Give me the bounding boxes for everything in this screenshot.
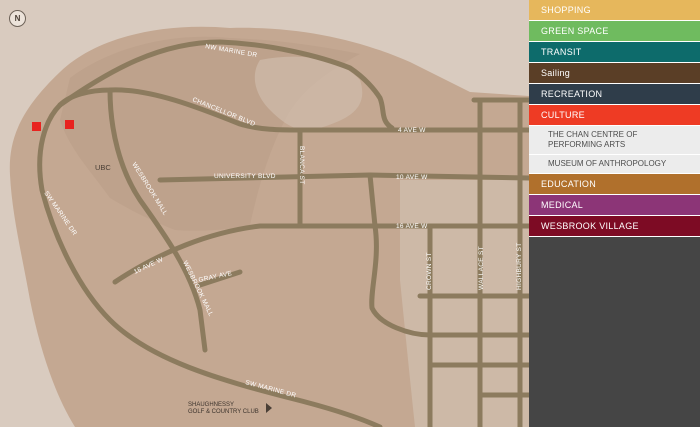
label-wallace: WALLACE ST xyxy=(478,246,485,290)
category-panel: SHOPPING GREEN SPACE TRANSIT Sailing REC… xyxy=(529,0,700,427)
label-blanca: BLANCA ST xyxy=(298,146,305,184)
city-blocks xyxy=(400,180,529,427)
culture-item-museum-of-anthropology[interactable]: MUSEUM OF ANTHROPOLOGY xyxy=(529,155,700,174)
category-medical[interactable]: MEDICAL xyxy=(529,195,700,216)
marker-museum-of-anthropology[interactable] xyxy=(65,120,74,129)
map-area[interactable]: NW MARINE DR CHANCELLOR BLVD 4 AVE W UNI… xyxy=(0,0,529,427)
label-ubc: UBC xyxy=(95,163,111,172)
category-shopping[interactable]: SHOPPING xyxy=(529,0,700,21)
compass-label: N xyxy=(14,14,21,23)
label-4-ave: 4 AVE W xyxy=(398,127,426,134)
label-highbury: HIGHBURY ST xyxy=(516,243,523,291)
marker-chan-centre[interactable] xyxy=(32,122,41,131)
culture-item-chan-centre[interactable]: THE CHAN CENTRE OF PERFORMING ARTS xyxy=(529,126,700,155)
label-university: UNIVERSITY BLVD xyxy=(214,173,276,180)
map-canvas[interactable]: NW MARINE DR CHANCELLOR BLVD 4 AVE W UNI… xyxy=(0,0,529,427)
category-sailing[interactable]: Sailing xyxy=(529,63,700,84)
label-crown: CROWN ST xyxy=(426,252,433,290)
label-golf-line1: SHAUGHNESSY xyxy=(188,402,234,408)
category-education[interactable]: EDUCATION xyxy=(529,174,700,195)
label-10-ave: 10 AVE W xyxy=(396,174,428,181)
category-wesbrook-village[interactable]: WESBROOK VILLAGE xyxy=(529,216,700,237)
category-culture[interactable]: CULTURE xyxy=(529,105,700,126)
category-green-space[interactable]: GREEN SPACE xyxy=(529,21,700,42)
compass-icon: N xyxy=(9,10,26,27)
category-recreation[interactable]: RECREATION xyxy=(529,84,700,105)
label-golf-line2: GOLF & COUNTRY CLUB xyxy=(188,409,259,415)
label-16-ave-b: 16 AVE W xyxy=(396,223,428,230)
category-transit[interactable]: TRANSIT xyxy=(529,42,700,63)
